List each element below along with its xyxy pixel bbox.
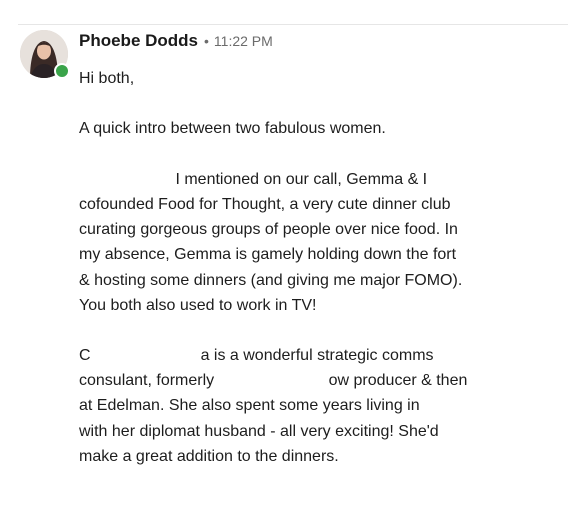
top-divider [18, 24, 568, 25]
message-timestamp[interactable]: 11:22 PM [214, 33, 273, 49]
paragraph-line: Ca is a wonderful strategic comms [79, 343, 554, 368]
online-status-dot [54, 63, 70, 79]
paragraph-line: my absence, Gemma is gamely holding down… [79, 246, 457, 264]
paragraph-text: consulant, formerly [79, 372, 215, 390]
header-separator: • [204, 33, 209, 49]
message-body: Hi both, A quick intro between two fabul… [79, 66, 554, 469]
paragraph-line: curating gorgeous groups of people over … [79, 221, 458, 239]
paragraph-line: I mentioned on our call, Gemma & I [79, 167, 554, 192]
paragraph-text: C [79, 347, 91, 365]
paragraph-text: I mentioned on our call, Gemma & I [175, 170, 428, 188]
paragraph-text: ow producer & then [328, 372, 468, 390]
paragraph-line: with her diplomat husband - all very exc… [79, 422, 439, 440]
paragraph-line: cofounded Food for Thought, a very cute … [79, 195, 451, 213]
avatar[interactable] [20, 30, 70, 79]
paragraph-line: & hosting some dinners (and giving me ma… [79, 271, 463, 289]
paragraph-line: You both also used to work in TV! [79, 296, 317, 314]
paragraph-line: consulant, formerly ow producer & then [79, 368, 554, 393]
redacted-text [218, 370, 329, 389]
intro-line: A quick intro between two fabulous women… [79, 120, 386, 138]
paragraph-line: at Edelman. She also spent some years li… [79, 397, 420, 415]
sender-name[interactable]: Phoebe Dodds [79, 31, 198, 51]
greeting-line: Hi both, [79, 70, 135, 87]
paragraph-text: a is a wonderful strategic comms [200, 347, 434, 365]
redacted-text [79, 168, 171, 187]
message-header: Phoebe Dodds • 11:22 PM [79, 31, 273, 51]
paragraph-line: make a great addition to the dinners. [79, 447, 339, 465]
redacted-text [90, 345, 201, 364]
